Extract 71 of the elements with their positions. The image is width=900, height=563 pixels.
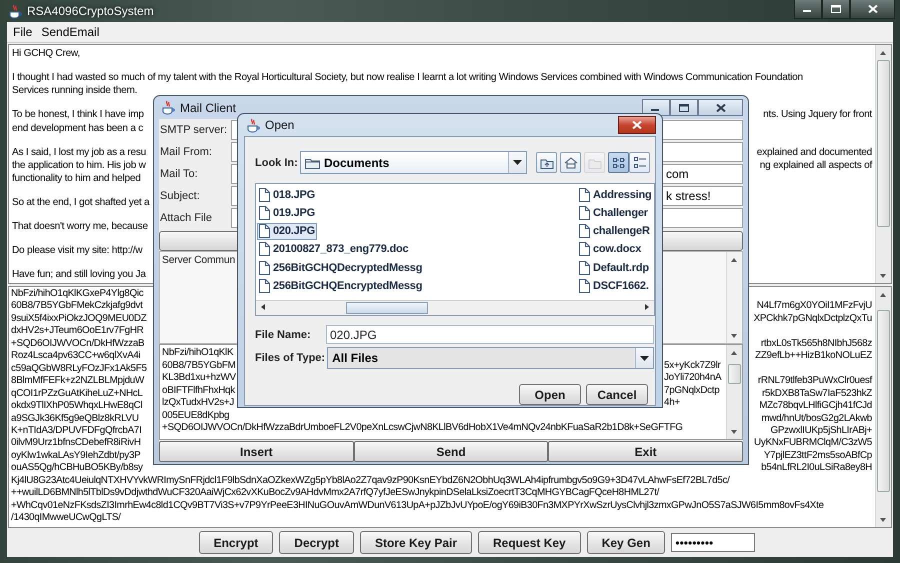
ciphertext-line: KL3Bd1xu+hzWV (162, 372, 236, 384)
ciphertext-line: c59aQGbW8RLyFOzJFx1Ak5F5 (11, 362, 147, 376)
ciphertext-line: lzQxTudxHV2s+J (162, 397, 234, 410)
field-label: Files of Type: (255, 352, 326, 364)
ciphertext-line: qCOI1rPZzGuAtKiheLuZ+NHcL (11, 388, 143, 400)
message-text: ng explained all aspects of (760, 158, 872, 172)
field-label: File Name: (255, 328, 312, 340)
ciphertext-line: 60B8/7B5YGbFMekCzkjafg9dvt (11, 300, 143, 313)
message-text: Hi GCHQ Crew, (12, 47, 80, 60)
ciphertext-line: 0ilvM9Urz1bfnsCDebefR8iRivH (11, 437, 141, 450)
ciphertext-line: +SQD6OIJWVOCn/DkHfWzzaBdrUmboeFL2V0peXnLcswCjwN8KLlBV6dHobX1Ve4mNQv24nbKFuaSaR2b1D8k+SeGFTFG (162, 422, 683, 434)
ciphertext-line: XPCkhk7pGNqlxDctplzQxTu (754, 312, 872, 326)
field-label: Subject: (159, 190, 201, 202)
ciphertext-line: 8BlmMfFEFk+z2NZLBLMpjduW (11, 375, 144, 388)
ciphertext-line: +SQD6OIJWVOCn/DkHfWzzaB (11, 338, 144, 350)
field-value: k stress! (666, 189, 711, 203)
ciphertext-line: Roz4Lsca4pv63CC+w6qlXvA4i (11, 350, 140, 363)
message-text: explained and documented (756, 146, 872, 159)
ciphertext-line: dxHV2s+JTeum6OoE1rv7FgHR (11, 325, 144, 338)
message-text: functionality to him and helped (12, 172, 141, 186)
message-text: To be honest, I think I have imp (12, 108, 144, 122)
message-text: the application to him. His job w (12, 158, 146, 172)
field-label: Look In: (255, 156, 299, 168)
ciphertext-line: ++wuilLD6BMNlh5lTblDs9vDdjwthdWuCF320AaiWjCx62vXKuBocZv9AHdvMmx2A7rfQ7yfJeESwJnykpinDSelaLksiZoecrtT3CqMHGYBCagFQceH8HML27t/ (11, 487, 660, 500)
field-label: SMTP server: (159, 124, 228, 136)
ciphertext-line: 4h+ (664, 397, 680, 410)
message-text: So at the end, I got shafted yet a (12, 196, 150, 210)
log-text: Server Commun (161, 254, 236, 268)
ciphertext-line: K+nTIdA3/DPUVFDFgQfrcbA7I (11, 424, 142, 438)
message-text: I thought I had wasted so much of my talent with the Royal Horticultural Society, but now realise I learnt a lot writing Windows Services combined with Windows Communication Foundation (12, 70, 803, 84)
message-text: As I said, I lost my job as a resu (12, 146, 146, 159)
ciphertext-line: oBIFTFlfhFhxHqk (162, 384, 235, 397)
ciphertext-line: rRNL79tlfeb3PuWxClr0uesf (758, 375, 872, 388)
message-text: Services running inside them. (12, 84, 138, 98)
ciphertext-line: Kj4lU8G23Atc4UeiulqNTXHVYvkWRImySnFRjdcl1F9lbSdnXaOZkexWZg5pYb8lAo2Z7qav9zP90KsnEYbdZ6N2ObhUq3WLAh4ipfrumbgv5o9G9+3D47vLAhwFsEf72BL7d5c/ (11, 474, 730, 488)
message-text: Have fun; and still loving you Ja (12, 268, 146, 282)
ciphertext-line: 005EUE8dKpbg (162, 410, 230, 422)
message-text: nts. Using Jquery for front (763, 108, 872, 122)
window-title: RSA4096CryptoSystem (27, 4, 154, 18)
ciphertext-line: oyKlw1wkaLAsY9IehZdbt/py3P (11, 450, 140, 462)
ciphertext-line: MZc78bqvLHlfiGCjh41fCJd (759, 400, 872, 413)
window-title: Mail Client (180, 100, 236, 114)
ciphertext-line: mwd/hnUt/bosG2g2LAkwb (761, 412, 872, 425)
ciphertext-line: UyKNxFUBRMClqM/C3zW5 (754, 437, 872, 450)
field-value: com (666, 167, 689, 181)
ciphertext-line: +WhCqv01eNzFKsdsZI3ImrhEw4c8ld1CQv9BT7Vi3S+v7P9YrPeeE3HINuGOuvAmWDunV613UpA+pJZbJvUYpoE/ogY69iB30Fn3MXPYrXwSzrUysClvhjl3zmxGPwJnO5S7aSJW6I5mm8ovFs4Xte (11, 500, 824, 512)
ciphertext-line: NbFzi/hihO1qKlK (162, 347, 234, 360)
ciphertext-line: rtbxL0sTk565h8NIbhJ568z (760, 338, 872, 350)
ciphertext-line: 9suiX5f4ixxPiOkzJOQ9MEU0DZ (11, 312, 146, 326)
message-text: That doesn't worry me, because (12, 220, 148, 234)
ciphertext-line: JoYli720h4nA (664, 372, 722, 384)
ciphertext-line: Y7pjlEZ3ttF2ms5soABfCp (764, 450, 872, 462)
window-title: Open (265, 118, 294, 132)
message-text: Do please visit my site: http://w (12, 244, 142, 258)
ciphertext-line: b54nLfRL2I0uLSiRa8ey8H (761, 462, 872, 475)
ciphertext-line: 60B8/7B5YGbFM (162, 360, 236, 372)
field-label: Mail From: (159, 146, 213, 158)
field-label: Attach File (159, 212, 213, 224)
ciphertext-line: N4Lf7m6gX0YOiI1MFzFvjU (756, 300, 872, 313)
ciphertext-line: 7pGNqlxDctp (664, 384, 720, 397)
ciphertext-line: ouAS5Qg/hCBHuBO5KBy/b8sy (11, 462, 143, 475)
ciphertext-line: ZZ9efLb++HizB1koNOLuEZ (755, 350, 872, 363)
ciphertext-line: a9SGJk36Kf5g9eQBlz8kRLVU (11, 412, 139, 425)
ciphertext-line: NbFzi/hihO1qKlKGxeP4Ylg8Qic (11, 288, 144, 300)
field-label: Mail To: (159, 168, 199, 180)
ciphertext-line: 5x+yKck7Z9lr (664, 360, 720, 372)
ciphertext-line: okdx9TlIXhP05WhqxLHwE8qCl (11, 400, 142, 413)
ciphertext-line: GPzwxlIUKp5jShLIrABj+ (770, 424, 872, 438)
ciphertext-line: /1430qIMwweUCwQgLTS/ (11, 512, 121, 525)
message-text: end development has been a c (12, 122, 144, 136)
ciphertext-line: r5kDXB8TaSw7IaF523hkZ (762, 388, 872, 400)
